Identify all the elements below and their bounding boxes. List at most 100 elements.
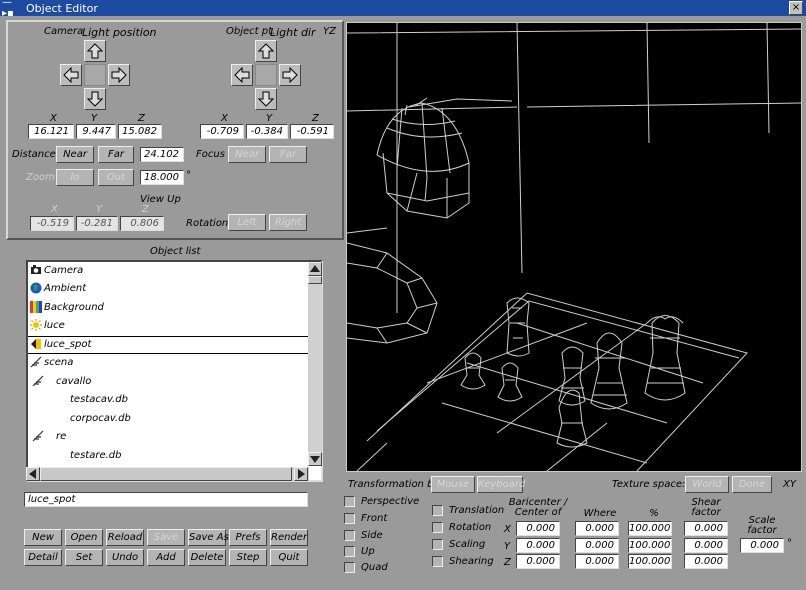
camera-right-button[interactable]	[108, 64, 130, 86]
close-icon[interactable]: ×	[789, 1, 803, 15]
hscroll-thumb[interactable]	[40, 467, 292, 481]
scroll-right-icon[interactable]	[294, 467, 308, 481]
list-item[interactable]: scena	[28, 354, 308, 372]
grid-y-barycenter[interactable]: 0.000	[516, 538, 560, 553]
distance-field[interactable]: 24.102	[140, 147, 184, 162]
object-name-field[interactable]: luce_spot	[24, 492, 308, 507]
camera-down-button[interactable]	[84, 88, 106, 110]
spotlight-icon	[30, 338, 42, 350]
list-item[interactable]: Camera	[28, 262, 308, 280]
up-checkbox[interactable]	[344, 546, 355, 557]
reload-button[interactable]: Reload	[106, 529, 144, 546]
translation-checkbox[interactable]	[432, 505, 443, 516]
world-button[interactable]: World	[685, 476, 729, 493]
rotation-mode-label: Rotation	[449, 522, 492, 533]
list-item[interactable]: Ambient	[28, 280, 308, 298]
distance-far-button[interactable]: Far	[98, 146, 134, 163]
camera-z-field[interactable]: 15.082	[118, 124, 162, 139]
step-button[interactable]: Step	[229, 549, 267, 566]
focus-far-button[interactable]: Far	[269, 146, 307, 163]
zoom-out-button[interactable]: Out	[98, 169, 134, 186]
focus-near-button[interactable]: Near	[228, 146, 266, 163]
mouse-button[interactable]: Mouse	[431, 476, 475, 493]
object-down-button[interactable]	[255, 88, 277, 110]
where-header: Where	[583, 508, 617, 519]
percent-header: %	[649, 508, 659, 519]
object-list[interactable]: Camera Ambient Background luce luce_spot…	[26, 260, 323, 482]
save-as-button[interactable]: Save As	[188, 529, 229, 546]
detail-button[interactable]: Detail	[24, 549, 62, 566]
camera-y-field[interactable]: 9.447	[76, 124, 116, 139]
object-x-field[interactable]: -0.709	[200, 124, 244, 139]
wireframe-scene	[346, 22, 802, 472]
object-z-field[interactable]: -0.591	[290, 124, 334, 139]
view-up-z-field[interactable]: 0.806	[120, 216, 164, 231]
rotation-checkbox[interactable]	[432, 522, 443, 533]
camera-left-button[interactable]	[60, 64, 82, 86]
grid-y-percent[interactable]: 100.000	[628, 538, 672, 553]
grid-z-where[interactable]: 0.000	[575, 554, 619, 569]
list-item[interactable]: Background	[28, 299, 308, 317]
undo-button[interactable]: Undo	[106, 549, 144, 566]
delete-button[interactable]: Delete	[188, 549, 226, 566]
scroll-up-icon[interactable]	[308, 262, 322, 276]
camera-up-button[interactable]	[84, 40, 106, 62]
list-item[interactable]: testacav.db	[28, 391, 308, 409]
grid-z-percent[interactable]: 100.000	[628, 554, 672, 569]
set-button[interactable]: Set	[65, 549, 103, 566]
list-item[interactable]: cavallo	[28, 373, 308, 391]
save-button[interactable]: Save	[147, 529, 185, 546]
grid-x-barycenter[interactable]: 0.000	[516, 521, 560, 536]
zoom-field[interactable]: 18.000	[140, 170, 184, 185]
quit-button[interactable]: Quit	[270, 549, 308, 566]
keyboard-button[interactable]: Keyboard	[477, 476, 525, 493]
distance-near-button[interactable]: Near	[56, 146, 94, 163]
list-item[interactable]: testare.db	[28, 447, 308, 465]
zoom-label: Zoom	[26, 172, 55, 183]
scale-factor-field[interactable]: 0.000	[740, 538, 784, 553]
done-button[interactable]: Done	[732, 476, 772, 493]
shearing-checkbox[interactable]	[432, 556, 443, 567]
camera-x-field[interactable]: 16.121	[28, 124, 74, 139]
3d-viewport[interactable]	[346, 22, 802, 472]
list-item-selected[interactable]: luce_spot	[28, 336, 308, 354]
object-left-button[interactable]	[231, 64, 253, 86]
list-item[interactable]: re	[28, 428, 308, 446]
view-up-y-field[interactable]: -0.281	[76, 216, 118, 231]
object-y-field[interactable]: -0.384	[246, 124, 288, 139]
open-button[interactable]: Open	[65, 529, 103, 546]
scroll-down-icon[interactable]	[308, 452, 322, 466]
list-item[interactable]: corpocav.db	[28, 410, 308, 428]
object-right-button[interactable]	[279, 64, 301, 86]
scroll-left-icon[interactable]	[26, 467, 40, 481]
add-button[interactable]: Add	[147, 549, 185, 566]
perspective-checkbox[interactable]	[344, 496, 355, 507]
quad-checkbox[interactable]	[344, 562, 355, 573]
object-list-hscroll[interactable]	[26, 467, 309, 481]
scaling-checkbox[interactable]	[432, 539, 443, 550]
group-icon	[32, 375, 44, 387]
grid-x-percent[interactable]: 100.000	[628, 521, 672, 536]
object-list-vscroll[interactable]	[308, 262, 322, 466]
grid-z-shear[interactable]: 0.000	[684, 554, 728, 569]
side-checkbox[interactable]	[344, 530, 355, 541]
vscroll-thumb[interactable]	[308, 276, 322, 284]
list-item[interactable]: luce	[28, 317, 308, 335]
grid-x-where[interactable]: 0.000	[575, 521, 619, 536]
camera-pad-center	[84, 64, 106, 86]
render-button[interactable]: Render	[270, 529, 308, 546]
grid-x-shear[interactable]: 0.000	[684, 521, 728, 536]
view-up-x-field[interactable]: -0.519	[30, 216, 74, 231]
front-checkbox[interactable]	[344, 513, 355, 524]
rotation-right-button[interactable]: Right	[269, 214, 307, 231]
object-up-button[interactable]	[255, 40, 277, 62]
rotation-left-button[interactable]: Left	[228, 214, 266, 231]
system-menu-icon[interactable]: —▸▪	[2, 0, 22, 19]
zoom-in-button[interactable]: In	[56, 169, 94, 186]
grid-z-barycenter[interactable]: 0.000	[516, 554, 560, 569]
grid-y-where[interactable]: 0.000	[575, 538, 619, 553]
prefs-button[interactable]: Prefs	[229, 529, 267, 546]
grid-y-shear[interactable]: 0.000	[684, 538, 728, 553]
object-x-label: X	[221, 113, 228, 124]
new-button[interactable]: New	[24, 529, 62, 546]
